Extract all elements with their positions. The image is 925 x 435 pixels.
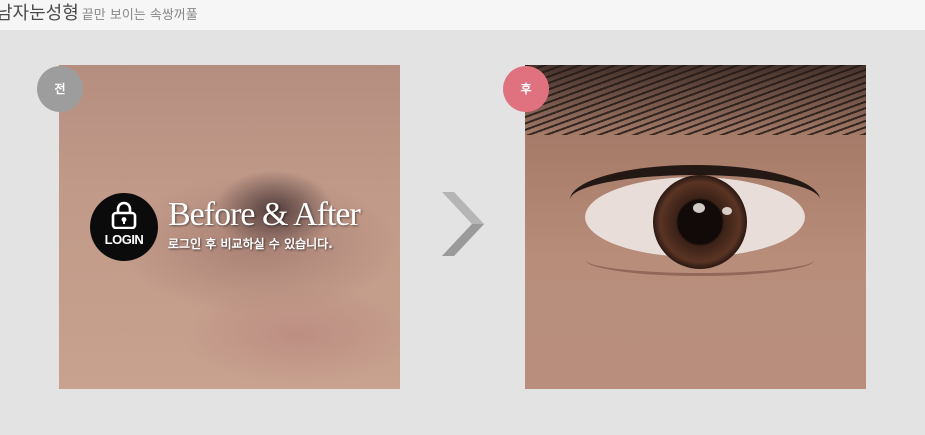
eyebrow-hair [525,65,866,135]
login-label: LOGIN [104,232,144,247]
page-header: 남자눈성형 끝만 보이는 속쌍꺼풀 [0,0,925,30]
page-title-main: 남자눈성형 [0,3,79,24]
login-button[interactable]: LOGIN [90,193,158,261]
after-badge: 후 [503,66,549,112]
login-required-message: 로그인 후 비교하실 수 있습니다. [168,237,333,251]
before-badge: 전 [37,66,83,112]
page-title-subtitle: 끝만 보이는 속쌍꺼풀 [81,8,198,23]
after-photo [525,65,866,389]
lower-eyelid [585,243,815,276]
before-after-title: Before & After [168,196,361,233]
chevron-right-icon [442,192,484,256]
lock-icon [111,201,137,229]
upper-eyelid [570,165,820,235]
page-title: 남자눈성형 끝만 보이는 속쌍꺼풀 [0,2,198,28]
